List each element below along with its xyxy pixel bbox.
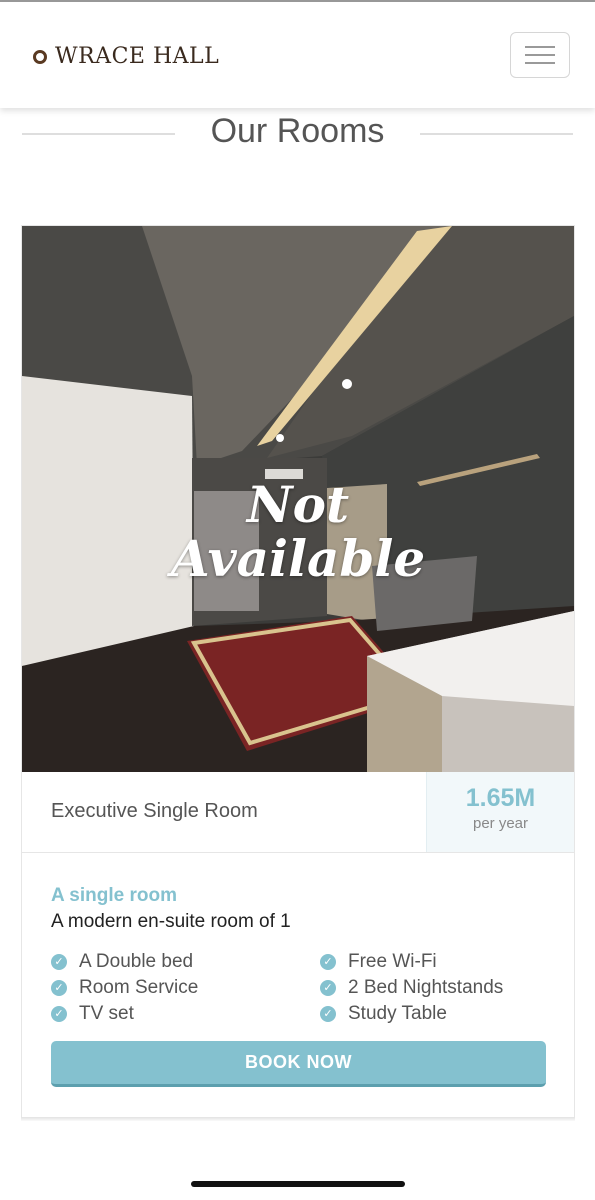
feature-item: ✓ Study Table [320,1003,447,1025]
check-circle-icon: ✓ [51,954,67,970]
section-title: Our Rooms [210,112,385,150]
check-circle-icon: ✓ [320,1006,336,1022]
overlay-line-1: Not [246,475,350,534]
check-circle-icon: ✓ [51,1006,67,1022]
card-bottom-shadow [21,1117,575,1121]
feature-label: TV set [79,1003,134,1024]
hamburger-icon [525,54,555,56]
room-photo[interactable]: Not Available [22,226,574,772]
availability-overlay: Not Available [22,478,574,586]
price-period: per year [472,815,529,832]
room-name-row: Executive Single Room 1.65M per year [22,772,574,853]
home-indicator[interactable] [191,1181,405,1187]
feature-item: ✓ A Double bed [51,951,193,973]
menu-button[interactable] [510,32,570,78]
hamburger-icon [525,46,555,48]
room-card: Not Available Executive Single Room 1.65… [21,225,575,1119]
logo-ring-icon [33,49,47,64]
logo-text: WRACE HALL [55,44,220,69]
site-header: WRACE HALL [0,2,595,108]
feature-item: ✓ 2 Bed Nightstands [320,977,503,999]
feature-label: Study Table [348,1003,447,1024]
room-price: 1.65M [465,784,536,812]
logo[interactable]: WRACE HALL [33,44,219,69]
check-circle-icon: ✓ [51,980,67,996]
check-circle-icon: ✓ [320,954,336,970]
price-box: 1.65M per year [426,772,574,852]
feature-label: A Double bed [79,951,194,972]
overlay-line-2: Available [170,529,426,588]
feature-label: Free Wi-Fi [348,951,437,972]
book-now-button[interactable]: BOOK NOW [51,1041,546,1087]
room-description: A modern en-suite room of 1 [51,911,291,932]
feature-label: 2 Bed Nightstands [348,977,504,998]
feature-item: ✓ TV set [51,1003,134,1025]
feature-item: ✓ Free Wi-Fi [320,951,437,973]
hamburger-icon [525,62,555,64]
room-subtitle: A single room [51,885,177,906]
feature-label: Room Service [79,977,199,998]
check-circle-icon: ✓ [320,980,336,996]
room-name: Executive Single Room [51,800,258,822]
feature-item: ✓ Room Service [51,977,198,999]
